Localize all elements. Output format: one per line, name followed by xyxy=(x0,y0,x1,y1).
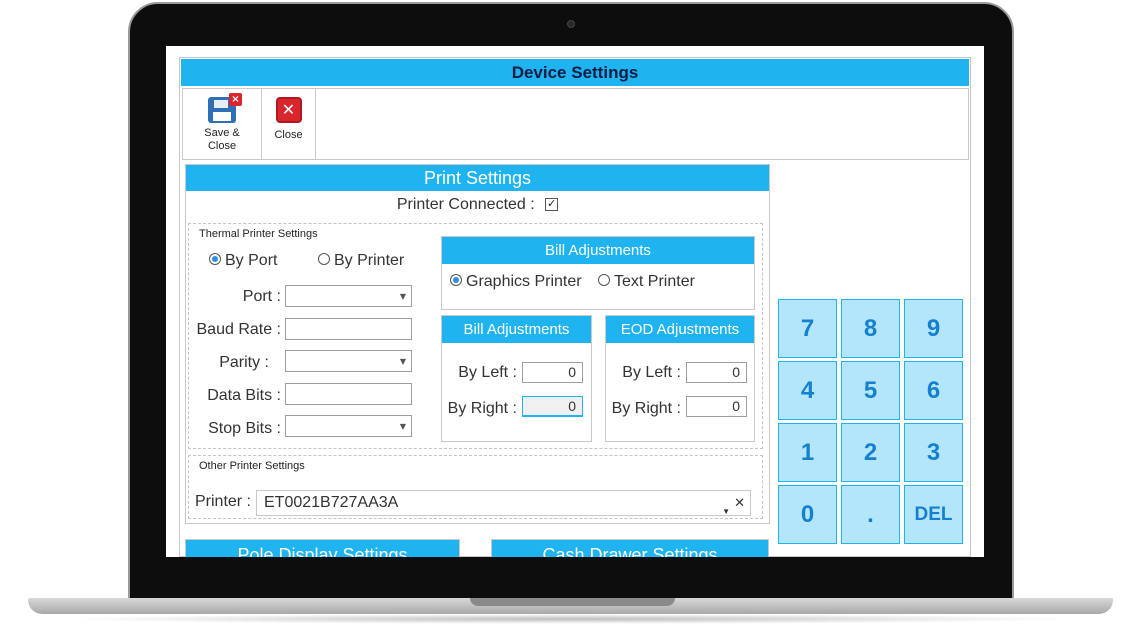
save-close-label-line1: Save & xyxy=(204,127,240,139)
bill-by-right-input[interactable]: 0 xyxy=(522,396,583,417)
other-printer-group: Other Printer Settings Printer : ET0021B… xyxy=(188,455,763,519)
port-select[interactable]: ▼ xyxy=(285,285,412,307)
text-printer-label: Text Printer xyxy=(614,273,695,290)
key-2[interactable]: 2 xyxy=(841,423,900,482)
radio-selected-icon xyxy=(450,273,462,286)
bill-by-left-input[interactable]: 0 xyxy=(522,362,583,383)
floppy-disk-icon: × xyxy=(208,93,242,123)
by-printer-label: By Printer xyxy=(334,252,405,269)
key-6[interactable]: 6 xyxy=(904,361,963,420)
eod-adjustments-header: EOD Adjustments xyxy=(606,316,754,343)
bill-by-right-label: By Right : xyxy=(447,400,517,417)
eod-by-right-label: By Right : xyxy=(611,400,681,417)
radio-unselected-icon xyxy=(318,252,330,265)
by-port-radio[interactable]: By Port xyxy=(209,252,277,270)
data-bits-input[interactable] xyxy=(285,383,412,405)
laptop-notch xyxy=(470,598,675,606)
laptop-shadow xyxy=(60,614,1080,624)
key-1[interactable]: 1 xyxy=(778,423,837,482)
key-delete[interactable]: DEL xyxy=(904,485,963,544)
chevron-down-icon: ▼ xyxy=(399,292,406,301)
by-port-label: By Port xyxy=(225,252,278,269)
text-printer-radio[interactable]: Text Printer xyxy=(598,273,695,291)
stop-bits-label: Stop Bits : xyxy=(208,420,281,437)
screen: Device Settings × Save & Close ✕ Close P… xyxy=(166,46,984,557)
key-3[interactable]: 3 xyxy=(904,423,963,482)
cash-drawer-settings-header[interactable]: Cash Drawer Settings xyxy=(491,539,769,557)
key-7[interactable]: 7 xyxy=(778,299,837,358)
eod-by-left-input[interactable]: 0 xyxy=(686,362,747,383)
eod-by-left-label: By Left : xyxy=(622,364,681,381)
chevron-down-icon: ▼ xyxy=(399,357,406,366)
numeric-keypad: 7 8 9 4 5 6 1 2 3 0 . DEL xyxy=(778,299,966,547)
toolbar: × Save & Close ✕ Close xyxy=(182,88,969,160)
save-close-button[interactable]: × Save & Close xyxy=(183,89,262,159)
by-printer-radio[interactable]: By Printer xyxy=(318,252,404,270)
bill-adjustments-box: Bill Adjustments By Left : 0 By Right : … xyxy=(441,315,592,442)
printer-connected-checkbox[interactable]: ✓ xyxy=(545,198,559,212)
bill-type-header: Bill Adjustments xyxy=(442,237,754,264)
baud-rate-label: Baud Rate : xyxy=(196,321,282,338)
webcam-icon xyxy=(567,20,575,28)
graphics-printer-radio[interactable]: Graphics Printer xyxy=(450,273,582,291)
bill-by-left-label: By Left : xyxy=(458,364,517,381)
port-label: Port : xyxy=(242,288,281,305)
key-0[interactable]: 0 xyxy=(778,485,837,544)
eod-by-right-input[interactable]: 0 xyxy=(686,396,747,417)
key-4[interactable]: 4 xyxy=(778,361,837,420)
bill-type-box: Bill Adjustments Graphics Printer Text P… xyxy=(441,236,755,310)
parity-select[interactable]: ▼ xyxy=(285,350,412,372)
graphics-printer-label: Graphics Printer xyxy=(466,273,582,290)
close-icon: ✕ xyxy=(275,97,302,123)
printer-connected-row: Printer Connected : ✓ xyxy=(186,196,769,214)
printer-select[interactable]: ET0021B727AA3A ▼ ✕ xyxy=(256,490,751,516)
clear-icon[interactable]: ✕ xyxy=(734,491,745,515)
stop-bits-select[interactable]: ▼ xyxy=(285,415,412,437)
save-close-label-line2: Close xyxy=(207,140,237,152)
pole-display-settings-header[interactable]: Pole Display Settings xyxy=(185,539,460,557)
baud-rate-input[interactable] xyxy=(285,318,412,340)
close-button[interactable]: ✕ Close xyxy=(262,89,316,159)
data-bits-label: Data Bits : xyxy=(207,387,281,404)
key-decimal[interactable]: . xyxy=(841,485,900,544)
printer-label: Printer : xyxy=(194,493,251,510)
parity-label: Parity : xyxy=(219,354,269,371)
print-settings-header: Print Settings xyxy=(186,165,769,191)
chevron-down-icon: ▼ xyxy=(399,422,406,431)
key-5[interactable]: 5 xyxy=(841,361,900,420)
radio-selected-icon xyxy=(209,252,221,265)
thermal-printer-group: Thermal Printer Settings By Port By Prin… xyxy=(188,223,763,449)
chevron-down-icon[interactable]: ▼ xyxy=(722,500,730,524)
key-9[interactable]: 9 xyxy=(904,299,963,358)
printer-value: ET0021B727AA3A xyxy=(264,494,399,511)
key-8[interactable]: 8 xyxy=(841,299,900,358)
printer-connected-label: Printer Connected : xyxy=(396,196,535,213)
window-title: Device Settings xyxy=(181,59,969,86)
other-printer-title: Other Printer Settings xyxy=(199,460,305,472)
bill-adjustments-header: Bill Adjustments xyxy=(442,316,591,343)
thermal-printer-title: Thermal Printer Settings xyxy=(199,228,318,240)
eod-adjustments-box: EOD Adjustments By Left : 0 By Right : 0 xyxy=(605,315,755,442)
close-label: Close xyxy=(274,129,303,141)
radio-unselected-icon xyxy=(598,273,610,286)
print-settings-panel: Print Settings Printer Connected : ✓ The… xyxy=(185,164,770,524)
